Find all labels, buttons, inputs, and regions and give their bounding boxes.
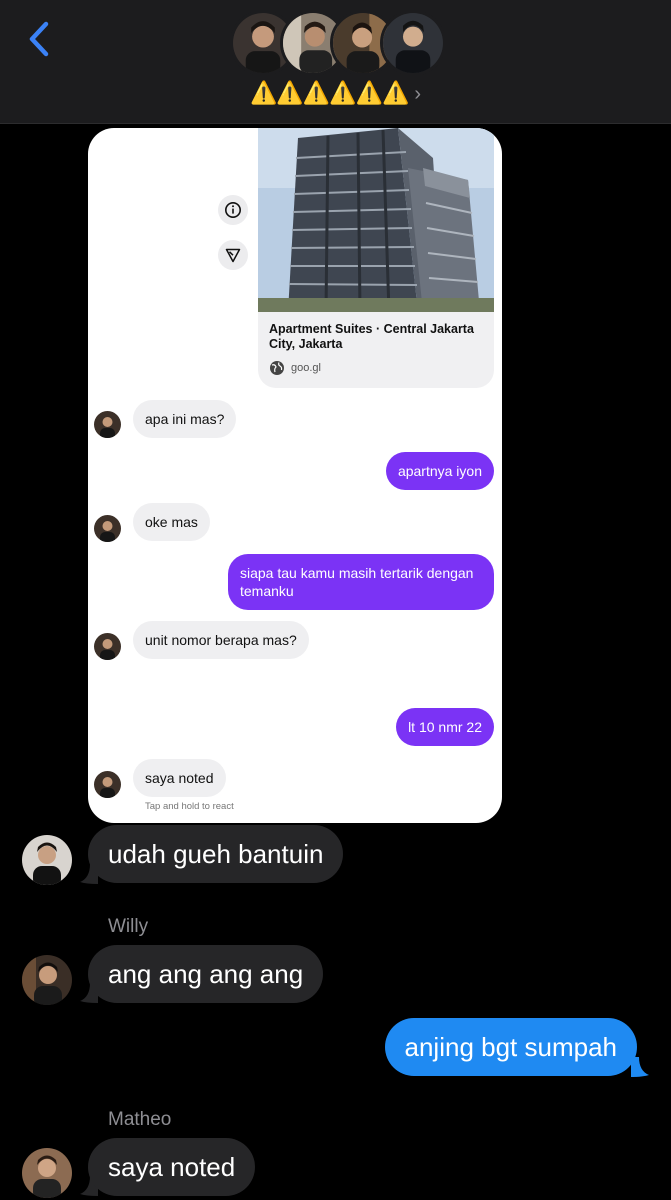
group-name-label: ⚠️⚠️⚠️⚠️⚠️⚠️ bbox=[249, 81, 409, 106]
shared-screenshot[interactable]: Apartment Suites · Central Jakarta City,… bbox=[88, 128, 502, 823]
share-button[interactable] bbox=[218, 240, 248, 270]
building-photo bbox=[258, 128, 494, 312]
chevron-right-icon: › bbox=[414, 83, 422, 105]
avatar bbox=[94, 515, 121, 542]
avatar bbox=[94, 411, 121, 438]
message-bubble-incoming[interactable]: unit nomor berapa mas? bbox=[133, 621, 309, 659]
globe-icon bbox=[270, 361, 284, 375]
message-bubble-incoming[interactable]: oke mas bbox=[133, 503, 210, 541]
avatar[interactable] bbox=[22, 1148, 72, 1198]
message-bubble-incoming[interactable]: saya noted bbox=[88, 1138, 256, 1196]
info-icon bbox=[225, 202, 241, 218]
avatar bbox=[380, 10, 446, 76]
chevron-left-icon bbox=[29, 21, 49, 57]
message-bubble-outgoing[interactable]: anjing bgt sumpah bbox=[384, 1018, 637, 1076]
link-preview-card[interactable]: Apartment Suites · Central Jakarta City,… bbox=[258, 128, 494, 388]
message-bubble-outgoing[interactable]: lt 10 nmr 22 bbox=[396, 708, 494, 746]
message-bubble-incoming[interactable]: saya noted bbox=[133, 759, 226, 797]
message-bubble-outgoing[interactable]: apartnya iyon bbox=[385, 452, 494, 490]
sender-name: Matheo bbox=[108, 1109, 172, 1130]
message-bubble-outgoing[interactable]: siapa tau kamu masih tertarik dengan tem… bbox=[228, 554, 494, 610]
message-bubble-incoming[interactable]: ang ang ang ang bbox=[88, 945, 324, 1003]
link-title: Apartment Suites · Central Jakarta City,… bbox=[269, 322, 474, 351]
react-hint: Tap and hold to react bbox=[145, 801, 234, 812]
back-button[interactable] bbox=[22, 18, 58, 60]
share-icon bbox=[225, 248, 241, 263]
avatar[interactable] bbox=[22, 835, 72, 885]
avatar[interactable] bbox=[22, 955, 72, 1005]
link-url-label: goo.gl bbox=[291, 362, 321, 374]
chat-header: ⚠️⚠️⚠️⚠️⚠️⚠️ › bbox=[0, 0, 671, 124]
message-bubble-incoming[interactable]: udah gueh bantuin bbox=[88, 825, 344, 883]
sender-name: Willy bbox=[108, 916, 149, 937]
avatar bbox=[94, 633, 121, 660]
avatar bbox=[94, 771, 121, 798]
group-name-button[interactable]: ⚠️⚠️⚠️⚠️⚠️⚠️ › bbox=[0, 80, 671, 108]
info-button[interactable] bbox=[218, 195, 248, 225]
group-avatars[interactable] bbox=[230, 10, 446, 78]
bubble-tail bbox=[631, 1057, 649, 1077]
message-bubble-incoming[interactable]: apa ini mas? bbox=[133, 400, 237, 438]
link-url[interactable]: goo.gl bbox=[269, 360, 321, 376]
